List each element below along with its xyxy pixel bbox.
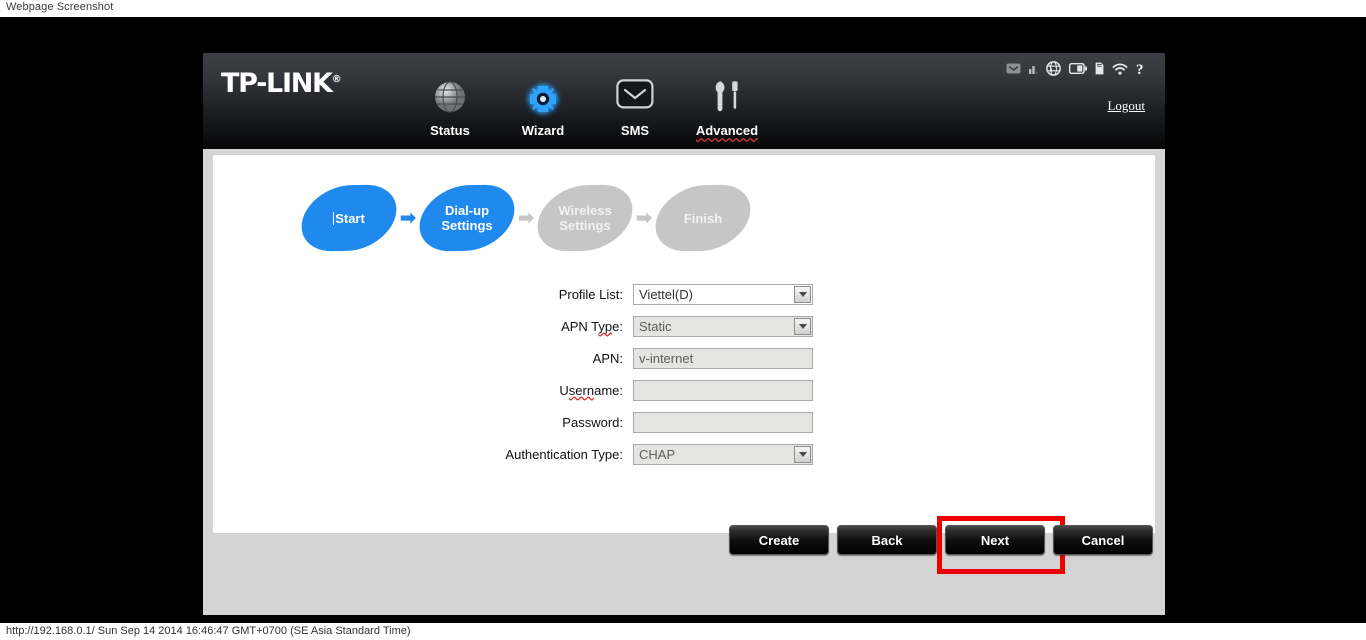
wizard-step-wireless-settings[interactable]: Wireless Settings bbox=[529, 184, 641, 252]
router-admin-page: TP-LINK® ? Status Wizard SMS Advanced Lo… bbox=[203, 53, 1165, 615]
step-arrow-2: ➡ bbox=[518, 207, 534, 229]
page-header: TP-LINK® ? Status Wizard SMS Advanced Lo… bbox=[203, 53, 1165, 149]
nav-label-advanced: Advanced bbox=[695, 123, 759, 138]
logo-registered-mark: ® bbox=[331, 74, 342, 85]
username-input[interactable] bbox=[633, 379, 813, 401]
label-authentication-type: Authentication Type: bbox=[505, 446, 623, 462]
step-arrow-3: ➡ bbox=[636, 207, 652, 229]
help-question-icon: ? bbox=[1136, 61, 1147, 76]
tp-link-logo: TP-LINK® bbox=[221, 68, 342, 99]
label-username: Username: bbox=[559, 382, 623, 398]
logo-text: TP-LINK bbox=[221, 68, 333, 99]
sim-card-icon bbox=[1095, 62, 1104, 75]
nav-item-advanced[interactable]: Advanced bbox=[672, 79, 782, 138]
apn-value: v-internet bbox=[639, 350, 694, 366]
browser-status-bar: http://192.168.0.1/ Sun Sep 14 2014 16:4… bbox=[0, 623, 1366, 640]
wizard-content-panel: Start ➡ Dial-up Settings ➡ Wireless Sett… bbox=[213, 155, 1155, 533]
form-row-authentication-type: Authentication Type: CHAP bbox=[213, 443, 1155, 465]
apn-type-value: Static bbox=[639, 318, 672, 334]
dialup-settings-form: Profile List: Viettel(D) APN Type: Stati… bbox=[213, 283, 1155, 475]
wizard-step-finish[interactable]: Finish bbox=[647, 184, 759, 252]
profile-list-value: Viettel(D) bbox=[639, 286, 693, 302]
step-arrow-1: ➡ bbox=[400, 207, 416, 229]
label-apn: APN: bbox=[592, 350, 623, 366]
step-label-finish: Finish bbox=[683, 210, 723, 226]
step-text: Start bbox=[335, 210, 365, 226]
label-profile-list: Profile List: bbox=[558, 286, 623, 302]
screenshot-title: Webpage Screenshot bbox=[6, 1, 114, 13]
status-bar-url: http://192.168.0.1/ Sun Sep 14 2014 16:4… bbox=[6, 625, 411, 637]
label-password: Password: bbox=[562, 414, 623, 430]
tools-icon bbox=[672, 79, 782, 119]
wifi-icon bbox=[1112, 62, 1128, 75]
step-label-wireless: Wireless Settings bbox=[558, 203, 612, 233]
wizard-button-bar: Create Back Next Cancel bbox=[203, 516, 1165, 574]
status-icon-tray: ? bbox=[1006, 61, 1147, 76]
wizard-step-start[interactable]: Start bbox=[293, 184, 405, 252]
battery-icon bbox=[1069, 63, 1087, 74]
form-row-apn: APN: v-internet bbox=[213, 347, 1155, 369]
profile-list-select[interactable]: Viettel(D) bbox=[633, 283, 813, 305]
authentication-type-select[interactable]: CHAP bbox=[633, 443, 813, 465]
svg-text:?: ? bbox=[1136, 62, 1144, 76]
step-label-start: Start bbox=[333, 211, 365, 226]
form-row-password: Password: bbox=[213, 411, 1155, 433]
label-apn-type: APN Type: bbox=[561, 318, 623, 334]
authentication-type-value: CHAP bbox=[639, 446, 676, 462]
form-row-apn-type: APN Type: Static bbox=[213, 315, 1155, 337]
form-row-profile-list: Profile List: Viettel(D) bbox=[213, 283, 1155, 305]
password-input[interactable] bbox=[633, 411, 813, 433]
logout-link[interactable]: Logout bbox=[1107, 98, 1145, 114]
step-label-dialup: Dial-up Settings bbox=[441, 203, 493, 233]
apn-input[interactable]: v-internet bbox=[633, 347, 813, 369]
chevron-down-icon[interactable] bbox=[794, 317, 811, 335]
browser-top-bar: Webpage Screenshot bbox=[0, 0, 1366, 17]
chevron-down-icon[interactable] bbox=[794, 285, 811, 303]
create-button[interactable]: Create bbox=[729, 525, 829, 555]
wizard-step-dialup-settings[interactable]: Dial-up Settings bbox=[411, 184, 523, 252]
chevron-down-icon[interactable] bbox=[794, 445, 811, 463]
back-button[interactable]: Back bbox=[837, 525, 937, 555]
cancel-button[interactable]: Cancel bbox=[1053, 525, 1153, 555]
form-row-username: Username: bbox=[213, 379, 1155, 401]
next-button[interactable]: Next bbox=[937, 516, 1065, 574]
apn-type-select[interactable]: Static bbox=[633, 315, 813, 337]
message-envelope-icon bbox=[1006, 63, 1021, 74]
globe-roaming-icon bbox=[1046, 61, 1061, 76]
wizard-step-tracker: Start ➡ Dial-up Settings ➡ Wireless Sett… bbox=[293, 184, 759, 252]
signal-bars-icon bbox=[1029, 63, 1038, 74]
